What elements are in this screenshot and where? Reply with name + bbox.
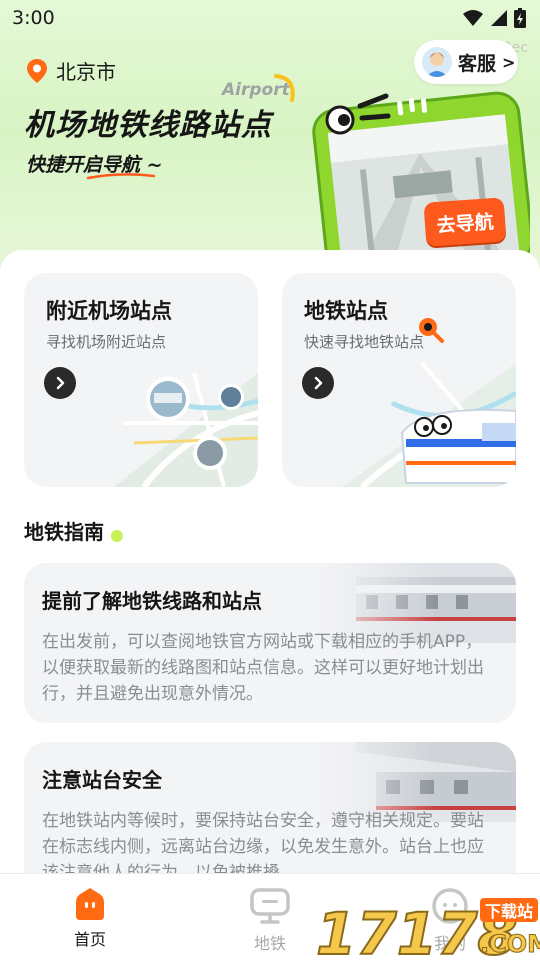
card-title: 附近机场站点 bbox=[46, 299, 172, 323]
entry-cards: 附近机场站点 寻找机场附近站点 地铁站点 快速寻找地铁站点 bbox=[24, 273, 518, 489]
tab-home[interactable]: 首页 bbox=[0, 874, 180, 960]
watermark-tag: 下载站 bbox=[485, 902, 533, 921]
guide-title: 注意站台安全 bbox=[42, 768, 162, 792]
hero-title: 机场地铁线路站点 bbox=[24, 108, 272, 143]
watermark-suffix: .COM bbox=[480, 930, 540, 958]
chevron-right-icon bbox=[56, 376, 65, 390]
location-pin-icon bbox=[27, 58, 47, 83]
battery-charging-icon bbox=[514, 8, 526, 28]
metro-station-card[interactable]: 地铁站点 快速寻找地铁站点 bbox=[282, 273, 516, 487]
site-watermark-logo: 17178 下载站 .COM bbox=[316, 898, 540, 960]
card-desc: 寻找机场附近站点 bbox=[46, 333, 167, 351]
chevron-right-icon: > bbox=[502, 52, 516, 72]
tab-label: 地铁 bbox=[253, 934, 286, 953]
card-desc: 快速寻找地铁站点 bbox=[304, 333, 425, 351]
section-title: 地铁指南 bbox=[24, 520, 104, 544]
city-name: 北京市 bbox=[56, 60, 116, 84]
underline-stroke-icon bbox=[86, 173, 156, 180]
wifi-icon bbox=[463, 10, 483, 26]
guide-body: 在出发前，可以查阅地铁官方网站或下载相应的手机APP，以便获取最新的线路图和站点… bbox=[42, 632, 484, 704]
metro-icon bbox=[250, 888, 290, 924]
customer-service-label: 客服 bbox=[458, 52, 497, 75]
guide-card[interactable]: 提前了解地铁线路和站点 在出发前，可以查阅地铁官方网站或下载相应的手机APP，以… bbox=[24, 563, 516, 723]
go-arrow-button[interactable] bbox=[302, 367, 334, 399]
airport-swoosh-icon bbox=[274, 74, 295, 102]
location-selector[interactable]: 北京市 bbox=[26, 56, 116, 85]
accent-dot bbox=[111, 530, 123, 542]
agent-icon bbox=[426, 52, 448, 77]
signal-icon bbox=[491, 10, 507, 26]
go-arrow-button[interactable] bbox=[44, 367, 76, 399]
agent-avatar bbox=[422, 47, 452, 77]
status-bar: 3:00 bbox=[0, 0, 540, 36]
status-icons bbox=[462, 8, 526, 28]
status-time: 3:00 bbox=[12, 7, 55, 29]
nearby-airport-card[interactable]: 附近机场站点 寻找机场附近站点 bbox=[24, 273, 258, 487]
guide-title: 提前了解地铁线路和站点 bbox=[42, 589, 262, 613]
tab-label: 首页 bbox=[73, 930, 106, 949]
home-icon bbox=[76, 888, 104, 920]
go-navigate-button[interactable]: 去导航 bbox=[423, 197, 507, 247]
chevron-right-icon bbox=[314, 376, 323, 390]
card-title: 地铁站点 bbox=[304, 299, 388, 323]
